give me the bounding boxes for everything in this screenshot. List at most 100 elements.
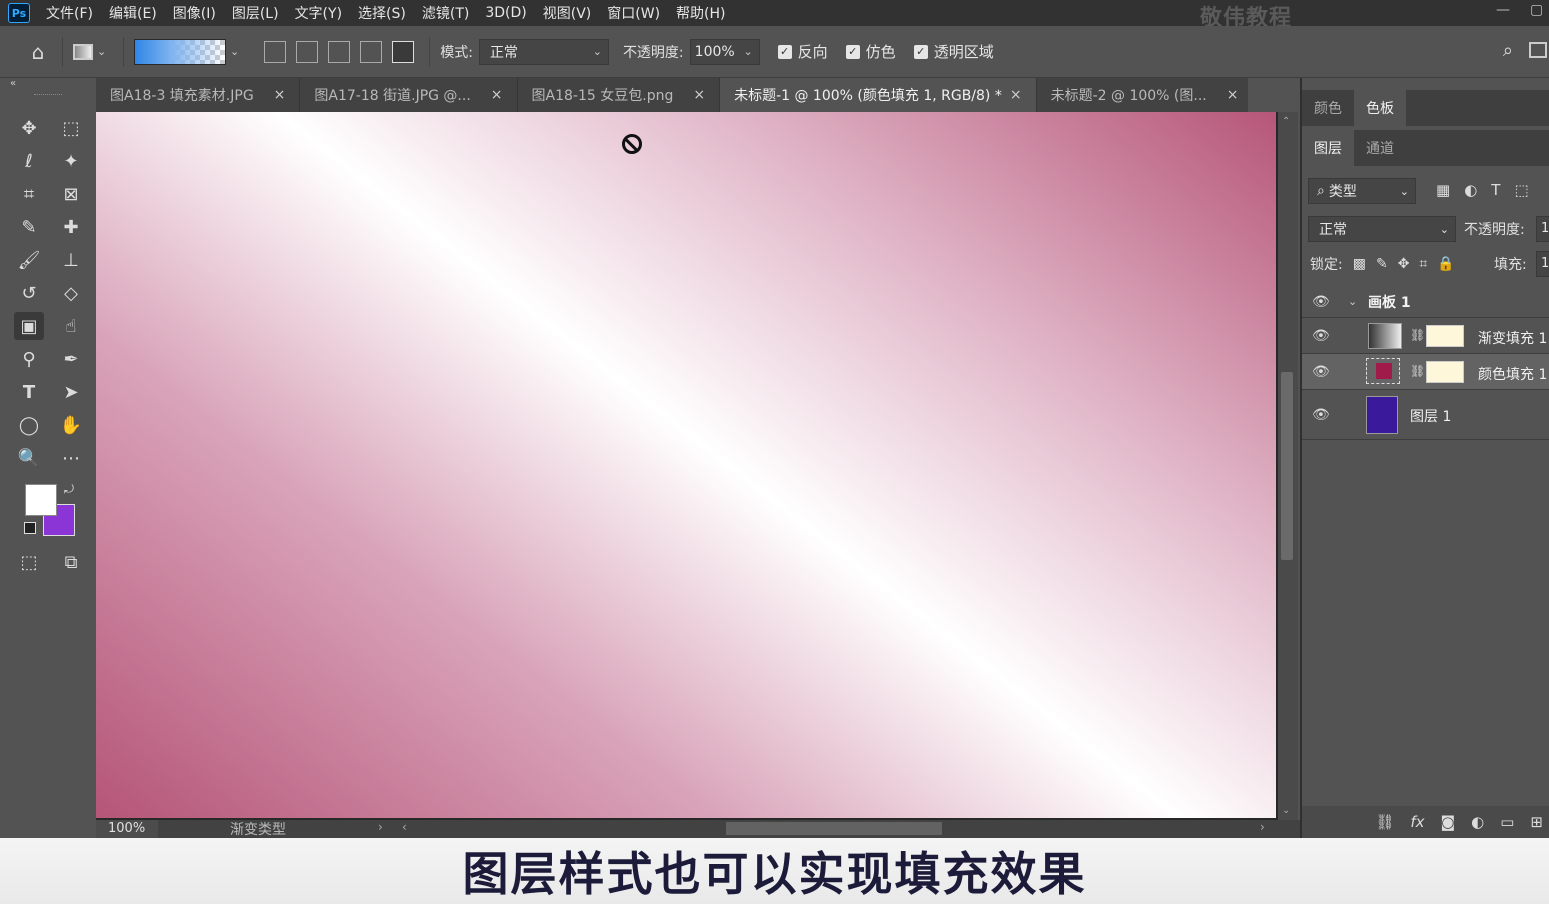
gradient-picker-swatch[interactable]	[134, 38, 226, 65]
clone-stamp-tool-icon[interactable]: ⊥	[56, 246, 86, 274]
home-icon[interactable]: ⌂	[24, 38, 52, 66]
marquee-tool-icon[interactable]: ⬚	[56, 114, 86, 142]
menu-edit[interactable]: 编辑(E)	[109, 3, 157, 23]
linear-gradient-button[interactable]	[264, 40, 287, 63]
menu-window[interactable]: 窗口(W)	[607, 3, 660, 23]
screen-mode-icon[interactable]: ⧉	[56, 548, 86, 576]
adjustment-filter-icon[interactable]: ◐	[1464, 181, 1477, 199]
tab-doc-1[interactable]: 图A18-3 填充素材.JPG ×	[96, 78, 301, 112]
new-group-icon[interactable]: ▭	[1500, 813, 1514, 831]
type-tool-icon[interactable]: T	[14, 378, 44, 406]
menu-help[interactable]: 帮助(H)	[676, 3, 725, 23]
more-tools-icon[interactable]: ⋯	[56, 444, 86, 472]
panel-grip[interactable]	[34, 94, 62, 97]
eye-icon[interactable]: 👁	[1312, 328, 1330, 344]
tool-preset-picker[interactable]: ⌄	[73, 38, 113, 66]
menu-3d[interactable]: 3D(D)	[485, 5, 526, 21]
dodge-tool-icon[interactable]: ⚲	[14, 345, 44, 373]
foreground-color-swatch[interactable]	[25, 484, 57, 516]
chevron-down-icon[interactable]: ⌄	[1348, 295, 1357, 308]
scroll-down-icon[interactable]: ⌄	[1282, 805, 1290, 816]
layer-row[interactable]: 👁 图层 1	[1302, 390, 1549, 440]
move-tool-icon[interactable]: ✥	[14, 114, 44, 142]
fill-input[interactable]: 1	[1536, 251, 1549, 277]
link-icon[interactable]: ⛓	[1410, 364, 1425, 378]
diamond-gradient-button[interactable]	[392, 40, 415, 63]
image-filter-icon[interactable]: ▦	[1436, 181, 1450, 199]
reflected-gradient-button[interactable]	[360, 40, 383, 63]
close-icon[interactable]: ×	[1227, 87, 1239, 103]
menu-image[interactable]: 图像(I)	[173, 3, 216, 23]
menu-filter[interactable]: 滤镜(T)	[422, 3, 469, 23]
tab-color[interactable]: 颜色	[1302, 90, 1354, 126]
scroll-left-icon[interactable]: ‹	[402, 820, 407, 834]
reverse-checkbox[interactable]: ✓ 反向	[777, 41, 828, 62]
mode-select[interactable]: 正常 ⌄	[478, 38, 609, 65]
scroll-right-icon[interactable]: ›	[1260, 820, 1265, 834]
document-canvas[interactable]	[96, 112, 1276, 818]
hand-tool-icon[interactable]: ✋	[56, 411, 86, 439]
magic-wand-tool-icon[interactable]: ✦	[56, 147, 86, 175]
scroll-up-icon[interactable]: ⌃	[1282, 116, 1290, 127]
workspace-icon[interactable]	[1529, 42, 1547, 58]
zoom-level[interactable]: 100%	[96, 820, 158, 838]
tab-doc-3[interactable]: 图A18-15 女豆包.png ×	[518, 78, 721, 112]
eraser-tool-icon[interactable]: ◇	[56, 279, 86, 307]
swap-colors-icon[interactable]: ⤾	[64, 482, 74, 497]
close-icon[interactable]: ×	[693, 87, 705, 103]
layer-filter-select[interactable]: ⌕ 类型 ⌄	[1308, 178, 1416, 204]
maximize-icon[interactable]: ▢	[1530, 2, 1543, 18]
history-brush-tool-icon[interactable]: ↺	[14, 279, 44, 307]
chevron-down-icon[interactable]: ⌄	[230, 45, 239, 58]
adjustment-layer-icon[interactable]: ◐	[1471, 813, 1484, 831]
menu-file[interactable]: 文件(F)	[46, 3, 93, 23]
minimize-icon[interactable]: —	[1496, 2, 1510, 18]
link-layers-icon[interactable]: ⛓	[1375, 813, 1394, 831]
new-layer-icon[interactable]: ⊞	[1530, 813, 1543, 831]
layer-mask-thumbnail[interactable]	[1426, 361, 1464, 383]
lock-all-icon[interactable]: 🔒	[1437, 256, 1454, 272]
tab-channels[interactable]: 通道	[1354, 130, 1406, 166]
menu-select[interactable]: 选择(S)	[358, 3, 406, 23]
default-colors-icon[interactable]	[24, 522, 36, 534]
close-icon[interactable]: ×	[491, 87, 503, 103]
close-icon[interactable]: ×	[274, 87, 286, 103]
tab-swatches[interactable]: 色板	[1354, 90, 1406, 126]
angle-gradient-button[interactable]	[328, 40, 351, 63]
fx-icon[interactable]: fx	[1410, 813, 1424, 831]
tab-doc-5[interactable]: 未标题-2 @ 100% (图... ×	[1037, 78, 1253, 112]
zoom-tool-icon[interactable]: 🔍	[14, 444, 44, 472]
layer-group-row[interactable]: 👁 ⌄ 画板 1	[1302, 286, 1549, 318]
collapse-icon[interactable]: «	[10, 78, 16, 89]
layer-row[interactable]: 👁 ⛓ 渐变填充 1	[1302, 318, 1549, 354]
blend-mode-select[interactable]: 正常 ⌄	[1308, 216, 1456, 242]
dither-checkbox[interactable]: ✓ 仿色	[845, 41, 896, 62]
lock-transparent-icon[interactable]: ▩	[1353, 256, 1366, 272]
search-icon[interactable]: ⌕	[1503, 40, 1513, 61]
radial-gradient-button[interactable]	[296, 40, 319, 63]
layer-row-selected[interactable]: 👁 ⛓ 颜色填充 1	[1302, 354, 1549, 390]
tab-layers[interactable]: 图层	[1302, 130, 1354, 166]
quick-mask-icon[interactable]: ⬚	[14, 548, 44, 576]
vertical-scrollbar[interactable]: ⌃ ⌄	[1278, 112, 1298, 820]
shape-filter-icon[interactable]: ⬚	[1514, 181, 1528, 199]
crop-tool-icon[interactable]: ⌗	[14, 180, 44, 208]
horizontal-scrollbar-thumb[interactable]	[726, 822, 942, 835]
opacity-input[interactable]: 100% ⌄	[689, 38, 760, 65]
type-filter-icon[interactable]: T	[1491, 181, 1500, 199]
menu-type[interactable]: 文字(Y)	[295, 3, 342, 23]
menu-view[interactable]: 视图(V)	[543, 3, 592, 23]
brush-tool-icon[interactable]: 🖌	[14, 246, 44, 274]
tab-doc-2[interactable]: 图A17-18 街道.JPG @... ×	[300, 78, 518, 112]
add-mask-icon[interactable]: ◙	[1441, 813, 1456, 831]
link-icon[interactable]: ⛓	[1410, 328, 1425, 342]
lasso-tool-icon[interactable]: ℓ	[14, 147, 44, 175]
layer-opacity-input[interactable]: 1	[1536, 216, 1549, 242]
smudge-tool-icon[interactable]: ☝	[56, 312, 86, 340]
healing-brush-tool-icon[interactable]: ✚	[56, 213, 86, 241]
tab-doc-4-active[interactable]: 未标题-1 @ 100% (颜色填充 1, RGB/8) * ×	[720, 78, 1037, 112]
eye-icon[interactable]: 👁	[1312, 364, 1330, 380]
lock-image-icon[interactable]: ✎	[1376, 256, 1388, 272]
eye-icon[interactable]: 👁	[1312, 294, 1330, 310]
frame-tool-icon[interactable]: ⊠	[56, 180, 86, 208]
